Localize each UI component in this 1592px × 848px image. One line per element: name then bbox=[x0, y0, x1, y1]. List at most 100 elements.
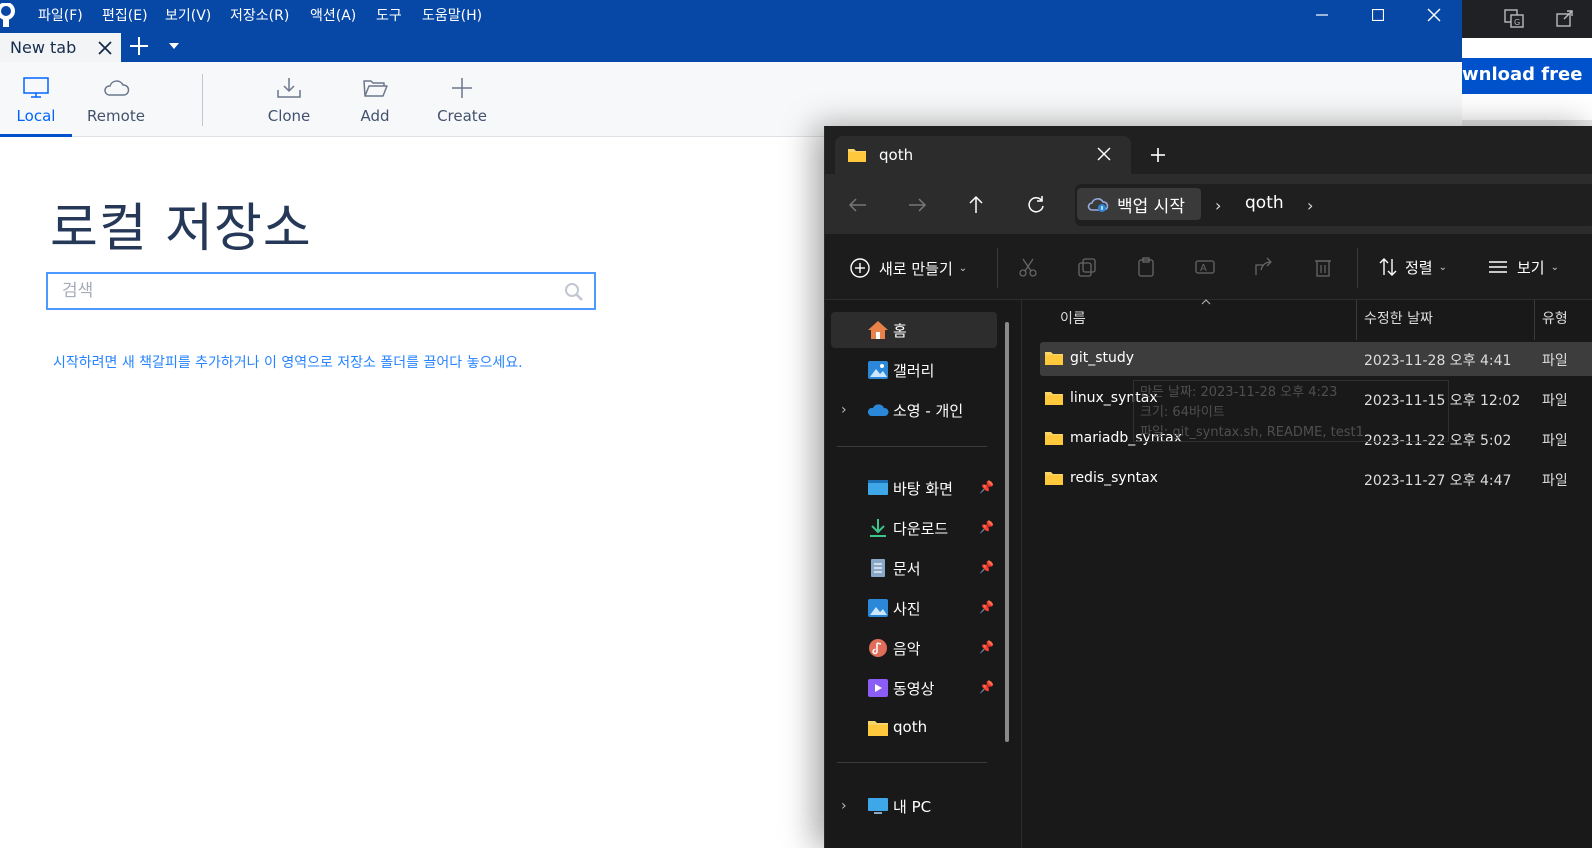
minimize-icon bbox=[1316, 14, 1328, 16]
up-arrow-icon[interactable] bbox=[965, 194, 987, 216]
breadcrumb-qoth[interactable]: qoth bbox=[1245, 193, 1284, 213]
folder-open-icon bbox=[363, 80, 388, 97]
sidebar-label: 다운로드 bbox=[893, 520, 949, 538]
menu-file[interactable]: 파일(F) bbox=[38, 5, 83, 25]
computer-icon bbox=[868, 798, 888, 814]
video-icon bbox=[868, 679, 888, 697]
back-arrow-icon[interactable] bbox=[847, 194, 869, 216]
sidebar-item-downloads[interactable]: 다운로드 📌 bbox=[831, 510, 997, 546]
sidebar-label: 내 PC bbox=[893, 798, 932, 816]
chevron-down-icon[interactable] bbox=[166, 40, 182, 52]
address-bar[interactable]: 백업 시작 › qoth › bbox=[1075, 184, 1592, 226]
tab-new-tab[interactable]: New tab bbox=[0, 33, 121, 62]
menu-tools[interactable]: 도구 bbox=[376, 5, 402, 25]
file-type: 파일 bbox=[1542, 473, 1568, 489]
close-icon[interactable] bbox=[1097, 147, 1111, 161]
new-tab-plus-icon[interactable] bbox=[1151, 148, 1165, 162]
sidebar-item-documents[interactable]: 문서 📌 bbox=[831, 550, 997, 586]
column-header-name[interactable]: 이름 bbox=[1060, 308, 1086, 328]
sidebar-item-desktop[interactable]: 바탕 화면 📌 bbox=[831, 470, 997, 506]
remote-button[interactable]: Remote bbox=[84, 62, 148, 137]
sort-ascending-icon bbox=[1201, 299, 1211, 305]
download-icon bbox=[870, 519, 886, 537]
pin-icon: 📌 bbox=[979, 480, 994, 494]
explorer-tab-strip: qoth bbox=[825, 126, 1592, 174]
new-button[interactable]: 새로 만들기 ⌄ bbox=[849, 256, 967, 280]
chevron-down-icon: ⌄ bbox=[958, 262, 968, 274]
search-input[interactable] bbox=[62, 280, 542, 302]
minimize-button[interactable] bbox=[1299, 0, 1345, 30]
sidebar-label: 홈 bbox=[893, 322, 907, 340]
explorer-nav-bar: 백업 시작 › qoth › bbox=[825, 174, 1592, 234]
menu-help[interactable]: 도움말(H) bbox=[422, 5, 482, 25]
clone-button[interactable]: Clone bbox=[262, 62, 316, 137]
share-icon[interactable] bbox=[1253, 256, 1275, 278]
refresh-icon[interactable] bbox=[1025, 194, 1047, 216]
close-window-button[interactable] bbox=[1411, 0, 1457, 30]
cloud-icon bbox=[104, 80, 130, 96]
tab-bar: New tab bbox=[0, 30, 1462, 62]
sidebar-item-home[interactable]: 홈 bbox=[831, 312, 997, 348]
sidebar-item-this-pc[interactable]: › 내 PC bbox=[831, 788, 997, 824]
tab-close-icon[interactable] bbox=[96, 39, 114, 57]
maximize-button[interactable] bbox=[1355, 0, 1401, 30]
new-tab-plus-icon[interactable] bbox=[128, 35, 150, 57]
view-button[interactable]: 보기 ⌄ bbox=[1487, 256, 1559, 278]
divider bbox=[997, 248, 998, 288]
share-icon[interactable] bbox=[1555, 8, 1575, 28]
forward-arrow-icon[interactable] bbox=[906, 194, 928, 216]
sidebar-item-gallery[interactable]: 갤러리 bbox=[831, 352, 997, 388]
browser-toolbar: G bbox=[1462, 0, 1592, 38]
sidebar-item-music[interactable]: 음악 📌 bbox=[831, 630, 997, 666]
explorer-tab-qoth[interactable]: qoth bbox=[835, 136, 1131, 174]
copy-icon[interactable] bbox=[1076, 256, 1098, 278]
pin-icon: 📌 bbox=[979, 560, 994, 574]
sidebar-item-qoth[interactable]: qoth bbox=[831, 710, 997, 746]
search-icon[interactable] bbox=[564, 282, 584, 302]
chevron-right-icon[interactable]: › bbox=[841, 798, 847, 814]
file-row[interactable]: redis_syntax 2023-11-27 오후 4:47 파일 bbox=[1040, 462, 1592, 496]
breadcrumb-backup[interactable]: 백업 시작 bbox=[1077, 188, 1201, 220]
add-button[interactable]: Add bbox=[352, 62, 398, 137]
pin-icon: 📌 bbox=[979, 680, 994, 694]
menu-actions[interactable]: 액션(A) bbox=[310, 5, 356, 25]
delete-icon[interactable] bbox=[1312, 256, 1334, 278]
menu-view[interactable]: 보기(V) bbox=[165, 5, 211, 25]
sidebar-item-videos[interactable]: 동영상 📌 bbox=[831, 670, 997, 706]
paste-icon[interactable] bbox=[1135, 256, 1157, 278]
explorer-tab-label: qoth bbox=[879, 146, 914, 164]
sidebar-scrollbar[interactable] bbox=[1005, 322, 1009, 742]
add-label: Add bbox=[360, 107, 390, 125]
file-explorer-window: qoth 백업 시작 › qoth › 새로 만들기 ⌄ A 정렬 ⌄ 보기 ⌄… bbox=[824, 126, 1592, 848]
cut-icon[interactable] bbox=[1017, 256, 1039, 278]
column-header-type[interactable]: 유형 bbox=[1542, 308, 1568, 328]
menu-edit[interactable]: 편집(E) bbox=[102, 5, 148, 25]
local-button[interactable]: Local bbox=[0, 62, 72, 137]
rename-icon[interactable]: A bbox=[1194, 256, 1216, 278]
remote-label: Remote bbox=[87, 107, 145, 125]
chevron-right-icon[interactable]: › bbox=[841, 402, 847, 418]
column-divider[interactable] bbox=[1534, 300, 1535, 340]
folder-icon bbox=[1045, 472, 1063, 485]
folder-icon bbox=[1045, 352, 1063, 365]
column-divider[interactable] bbox=[1356, 300, 1357, 340]
folder-icon bbox=[1045, 392, 1063, 405]
maximize-icon bbox=[1372, 9, 1384, 21]
download-free-button[interactable]: wnload free bbox=[1462, 58, 1592, 94]
create-button[interactable]: Create bbox=[434, 62, 490, 137]
gallery-icon bbox=[868, 361, 888, 379]
file-name: redis_syntax bbox=[1070, 470, 1158, 486]
sidebar-item-onedrive[interactable]: › 소영 - 개인 bbox=[831, 392, 997, 428]
breadcrumb-chevron-icon[interactable]: › bbox=[1307, 196, 1313, 215]
pin-icon: 📌 bbox=[979, 640, 994, 654]
file-row[interactable]: git_study 2023-11-28 오후 4:41 파일 bbox=[1040, 342, 1592, 376]
chevron-down-icon: ⌄ bbox=[1550, 261, 1559, 273]
desktop-icon bbox=[868, 480, 888, 495]
sidebar-item-pictures[interactable]: 사진 📌 bbox=[831, 590, 997, 626]
menu-repository[interactable]: 저장소(R) bbox=[230, 5, 289, 25]
onedrive-cloud-icon bbox=[867, 404, 889, 416]
toolbar-divider bbox=[202, 74, 203, 126]
column-header-modified[interactable]: 수정한 날짜 bbox=[1364, 308, 1433, 328]
translate-icon[interactable]: G bbox=[1504, 8, 1524, 28]
sort-button[interactable]: 정렬 ⌄ bbox=[1377, 256, 1447, 278]
